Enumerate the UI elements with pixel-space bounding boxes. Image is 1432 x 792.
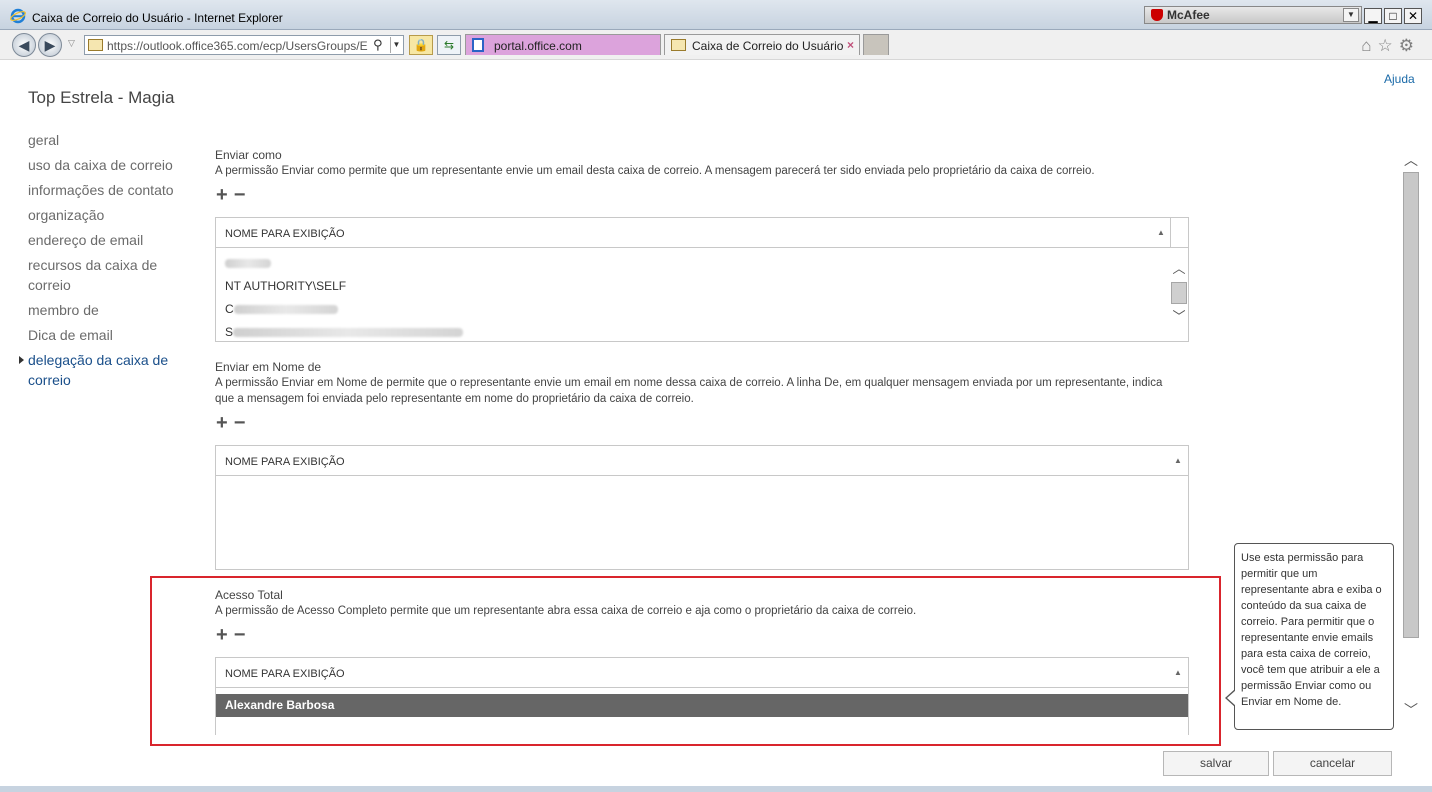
grid-header[interactable]: NOME PARA EXIBIÇÃO ▲ [216, 218, 1188, 248]
scroll-up-icon[interactable]: ︿ [1402, 150, 1420, 170]
sidebar-item-delegacao[interactable]: delegação da caixa de correio [19, 350, 198, 390]
sidebar-item-dica-email[interactable]: Dica de email [28, 325, 198, 345]
page-title: Top Estrela - Magia [28, 88, 175, 107]
sort-ascending-icon[interactable]: ▲ [1174, 456, 1182, 465]
sidebar-item-membro-de[interactable]: membro de [28, 300, 198, 320]
sidebar-item-geral[interactable]: geral [28, 130, 198, 150]
sidebar-item-organizacao[interactable]: organização [28, 205, 198, 225]
full-access-grid: NOME PARA EXIBIÇÃO ▲ Alexandre Barbosa [215, 657, 1189, 735]
sidebar-item-endereco-email[interactable]: endereço de email [28, 230, 198, 250]
tab-label: portal.office.com [494, 39, 582, 53]
table-row[interactable]: NT AUTHORITY\SELF [216, 275, 1188, 298]
send-on-behalf-title: Enviar em Nome de [215, 360, 322, 374]
grid-scrollbar[interactable]: ︿ ﹀ [1170, 262, 1188, 328]
add-icon[interactable]: + [216, 624, 228, 646]
send-as-grid: NOME PARA EXIBIÇÃO ▲ NT AUTHORITY\SELF C… [215, 217, 1189, 342]
lock-icon[interactable]: 🔒 [409, 35, 433, 55]
close-tab-icon[interactable]: × [847, 38, 854, 52]
search-icon[interactable]: ⚲ [373, 37, 383, 53]
send-on-behalf-actions: + − [216, 412, 251, 435]
column-header-display-name[interactable]: NOME PARA EXIBIÇÃO [225, 228, 345, 240]
back-button[interactable]: ◀ [12, 33, 36, 57]
header-divider [1170, 218, 1171, 248]
scroll-thumb[interactable] [1171, 282, 1187, 304]
grid-header[interactable]: NOME PARA EXIBIÇÃO ▲ [216, 446, 1188, 476]
help-tooltip: Use esta permissão para permitir que um … [1225, 543, 1394, 730]
table-row[interactable]: S [216, 321, 1188, 344]
send-as-description: A permissão Enviar como permite que um r… [215, 165, 1095, 177]
new-tab-button[interactable] [863, 34, 889, 55]
sidebar-item-uso-caixa[interactable]: uso da caixa de correio [28, 155, 198, 175]
window-titlebar: Caixa de Correio do Usuário - Internet E… [0, 0, 1432, 30]
redacted-text [225, 259, 271, 269]
address-bar[interactable]: https://outlook.office365.com/ecp/UsersG… [84, 35, 404, 55]
save-button[interactable]: salvar [1163, 751, 1269, 776]
send-on-behalf-grid: NOME PARA EXIBIÇÃO ▲ [215, 445, 1189, 570]
column-header-display-name[interactable]: NOME PARA EXIBIÇÃO [225, 456, 345, 468]
forward-button[interactable]: ▶ [38, 33, 62, 57]
remove-icon[interactable]: − [234, 624, 246, 646]
tab-label: Caixa de Correio do Usuário [692, 39, 844, 53]
add-icon[interactable]: + [216, 184, 228, 206]
tab-portal[interactable]: portal.office.com [465, 34, 661, 55]
page-scrollbar[interactable]: ︿ ﹀ [1402, 150, 1420, 720]
help-link[interactable]: Ajuda [1384, 72, 1415, 86]
mail-icon [671, 39, 686, 51]
tab-mailbox[interactable]: Caixa de Correio do Usuário × [664, 34, 860, 55]
address-dropdown-icon[interactable]: ▼ [390, 37, 402, 53]
grid-header[interactable]: NOME PARA EXIBIÇÃO ▲ [216, 658, 1188, 688]
internet-explorer-icon [10, 8, 26, 24]
remove-icon[interactable]: − [234, 412, 246, 434]
history-dropdown-icon[interactable]: ▽ [68, 38, 75, 49]
home-favorites-settings-icons[interactable]: ⌂☆⚙ [1361, 36, 1420, 56]
send-as-title: Enviar como [215, 148, 282, 162]
sort-ascending-icon[interactable]: ▲ [1174, 668, 1182, 677]
table-row[interactable]: C [216, 298, 1188, 321]
scroll-down-icon[interactable]: ﹀ [1402, 700, 1420, 720]
sidebar-nav: geral uso da caixa de correio informaçõe… [19, 130, 198, 395]
full-access-description: A permissão de Acesso Completo permite q… [215, 605, 917, 617]
table-row-selected[interactable]: Alexandre Barbosa [216, 694, 1188, 717]
redacted-text [233, 305, 338, 315]
scroll-down-icon[interactable]: ﹀ [1170, 310, 1188, 324]
table-row[interactable] [216, 252, 1188, 275]
scroll-up-icon[interactable]: ︿ [1170, 262, 1188, 276]
full-access-title: Acesso Total [215, 588, 283, 602]
sort-ascending-icon[interactable]: ▲ [1157, 228, 1165, 237]
send-on-behalf-description: A permissão Enviar em Nome de permite qu… [215, 377, 1163, 405]
maximize-button[interactable]: □ [1384, 8, 1402, 24]
sidebar-item-contato[interactable]: informações de contato [28, 180, 198, 200]
scroll-thumb[interactable] [1403, 172, 1419, 638]
office-icon [472, 38, 484, 52]
column-header-display-name[interactable]: NOME PARA EXIBIÇÃO [225, 668, 345, 680]
compatibility-refresh-button[interactable]: ⇆ [437, 35, 461, 55]
mcafee-shield-icon [1151, 9, 1163, 21]
address-url[interactable]: https://outlook.office365.com/ecp/UsersG… [107, 39, 375, 53]
add-icon[interactable]: + [216, 412, 228, 434]
mcafee-label: McAfee [1167, 8, 1210, 22]
remove-icon[interactable]: − [234, 184, 246, 206]
minimize-button[interactable]: ▁ [1364, 8, 1382, 24]
mcafee-toolbar[interactable]: McAfee ▼ [1144, 6, 1362, 24]
redacted-text [233, 328, 464, 338]
window-title: Caixa de Correio do Usuário - Internet E… [32, 11, 283, 25]
window-frame-bottom [0, 786, 1432, 792]
chevron-down-icon[interactable]: ▼ [1343, 8, 1359, 22]
sidebar-item-recursos[interactable]: recursos da caixa de correio [28, 255, 198, 295]
send-as-actions: + − [216, 184, 251, 207]
page-favicon-icon [88, 39, 103, 51]
close-window-button[interactable]: ✕ [1404, 8, 1422, 24]
cancel-button[interactable]: cancelar [1273, 751, 1392, 776]
full-access-actions: + − [216, 624, 251, 647]
browser-toolbar: ◀ ▶ ▽ https://outlook.office365.com/ecp/… [0, 30, 1432, 60]
